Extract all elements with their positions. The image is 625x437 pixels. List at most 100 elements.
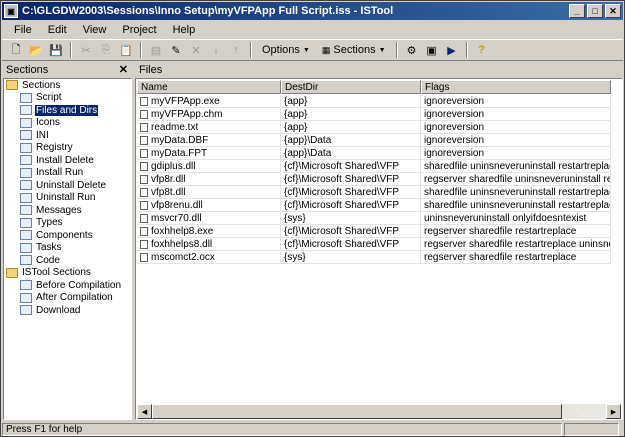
scroll-right-icon[interactable]: ▶	[606, 404, 621, 419]
dest-dir-cell: {cf}\Microsoft Shared\VFP	[281, 238, 421, 251]
app-icon[interactable]: ▣	[4, 4, 18, 18]
table-row[interactable]: foxhhelps8.dll {cf}\Microsoft Shared\VFP r…	[137, 238, 611, 251]
new-file-icon[interactable]: 🗋	[6, 41, 26, 59]
column-header[interactable]: DestDir	[281, 80, 421, 94]
scroll-track[interactable]	[152, 404, 606, 419]
after-compilation-icon	[20, 292, 32, 303]
tree-item[interactable]: Install Delete	[4, 154, 131, 167]
menu-help[interactable]: Help	[165, 24, 204, 36]
cut-icon[interactable]: ✂	[76, 41, 96, 59]
save-icon[interactable]: 💾	[46, 41, 66, 59]
file-name-cell: msvcr70.dll	[137, 212, 281, 225]
file-icon	[140, 175, 148, 184]
close-button[interactable]: ✕	[605, 4, 621, 18]
file-icon	[140, 214, 148, 223]
tree-group-label: ISTool Sections	[22, 267, 91, 279]
tree-item[interactable]: Registry	[4, 142, 131, 155]
tree-item[interactable]: Icons	[4, 117, 131, 130]
folder-open-icon	[6, 267, 18, 278]
status-text: Press F1 for help	[2, 422, 562, 436]
help-icon[interactable]: ?	[472, 41, 492, 59]
sections-dropdown[interactable]: ▦ Sections ▼	[316, 41, 392, 59]
flags-cell: regserver sharedfile restartreplace	[421, 225, 611, 238]
file-name: vfp8renu.dll	[151, 199, 203, 211]
options-dropdown[interactable]: Options ▼	[256, 41, 316, 59]
table-row[interactable]: gdiplus.dll {cf}\Microsoft Shared\VFP shar…	[137, 160, 611, 173]
table-row[interactable]: mscomct2.ocx {sys} regserver sharedfile re…	[137, 251, 611, 264]
dest-dir-cell: {sys}	[281, 251, 421, 264]
sections-tree[interactable]: Sections Script Files and Dirs Icons INI Regi…	[3, 78, 132, 420]
delete-icon[interactable]: ✕	[186, 41, 206, 59]
tree-group[interactable]: ISTool Sections	[4, 267, 131, 280]
script-icon	[20, 92, 32, 103]
tasks-icon	[20, 242, 32, 253]
messages-icon	[20, 205, 32, 216]
dest-dir-cell: {app}	[281, 108, 421, 121]
tree-item[interactable]: Uninstall Run	[4, 192, 131, 205]
table-row[interactable]: msvcr70.dll {sys} uninsneveruninstall only…	[137, 212, 611, 225]
tree-item[interactable]: Tasks	[4, 242, 131, 255]
title-bar[interactable]: ▣ C:\GLGDW2003\Sessions\Inno Setup\myVFP…	[2, 2, 623, 20]
maximize-button[interactable]: □	[587, 4, 603, 18]
horizontal-scrollbar[interactable]: ◀ ▶	[137, 404, 621, 419]
paste-icon[interactable]: 📋	[116, 41, 136, 59]
table-row[interactable]: vfp8r.dll {cf}\Microsoft Shared\VFP regser…	[137, 173, 611, 186]
files-grid[interactable]: Name DestDir Flags myVFPApp.exe {app} ignore…	[135, 78, 623, 420]
minimize-button[interactable]: _	[569, 4, 585, 18]
copy-icon[interactable]: ⎘	[96, 41, 116, 59]
column-header[interactable]: Flags	[421, 80, 611, 94]
menu-edit[interactable]: Edit	[40, 24, 75, 36]
dest-dir-cell: {cf}\Microsoft Shared\VFP	[281, 160, 421, 173]
compile-icon[interactable]: ⚙	[402, 41, 422, 59]
file-name: foxhhelps8.dll	[151, 238, 213, 250]
tree-group[interactable]: Sections	[4, 79, 131, 92]
move-up-icon[interactable]: ↑	[226, 41, 246, 59]
move-down-icon[interactable]: ↓	[206, 41, 226, 59]
table-row[interactable]: vfp8renu.dll {cf}\Microsoft Shared\VFP sha…	[137, 199, 611, 212]
edit-pencil-icon[interactable]: ✎	[166, 41, 186, 59]
flags-cell: sharedfile uninsneveruninstall restartre…	[421, 199, 611, 212]
tree-item[interactable]: Code	[4, 254, 131, 267]
files-rows: myVFPApp.exe {app} ignoreversion myVFPApp.c…	[137, 95, 611, 264]
column-header[interactable]: Name	[137, 80, 281, 94]
menu-file[interactable]: File	[6, 24, 40, 36]
menu-project[interactable]: Project	[114, 24, 164, 36]
tree-item[interactable]: Types	[4, 217, 131, 230]
scroll-left-icon[interactable]: ◀	[137, 404, 152, 419]
uninstall-run-icon	[20, 192, 32, 203]
table-row[interactable]: foxhhelp8.exe {cf}\Microsoft Shared\VFP re…	[137, 225, 611, 238]
flags-cell: regserver sharedfile restartreplace	[421, 251, 611, 264]
table-row[interactable]: myVFPApp.chm {app} ignoreversion	[137, 108, 611, 121]
toolbar-separator	[465, 42, 468, 58]
tree-item[interactable]: INI	[4, 129, 131, 142]
file-icon	[140, 149, 148, 158]
window-title: C:\GLGDW2003\Sessions\Inno Setup\myVFPAp…	[22, 5, 394, 17]
compile-setup-icon[interactable]: ▣	[422, 41, 442, 59]
tree-item[interactable]: Files and Dirs	[4, 104, 131, 117]
table-row[interactable]: vfp8t.dll {cf}\Microsoft Shared\VFP shared…	[137, 186, 611, 199]
close-panel-icon[interactable]: ✕	[119, 63, 128, 76]
tree-item[interactable]: Uninstall Delete	[4, 179, 131, 192]
table-row[interactable]: myVFPApp.exe {app} ignoreversion	[137, 95, 611, 108]
properties-icon[interactable]: ▤	[146, 41, 166, 59]
scroll-thumb[interactable]	[152, 404, 562, 419]
tree-item[interactable]: Download	[4, 304, 131, 317]
tree-item[interactable]: Components	[4, 229, 131, 242]
sections-label: Sections	[333, 44, 376, 56]
table-row[interactable]: myData.FPT {app}\Data ignoreversion	[137, 147, 611, 160]
table-row[interactable]: readme.txt {app} ignoreversion	[137, 121, 611, 134]
menu-view[interactable]: View	[75, 24, 115, 36]
tree-item[interactable]: Script	[4, 92, 131, 105]
flags-cell: ignoreversion	[421, 147, 611, 160]
tree-item[interactable]: Before Compilation	[4, 279, 131, 292]
tree-item[interactable]: After Compilation	[4, 292, 131, 305]
file-name: myVFPApp.exe	[151, 95, 220, 107]
tree-group-label: Sections	[22, 79, 61, 91]
table-row[interactable]: myData.DBF {app}\Data ignoreversion	[137, 134, 611, 147]
open-folder-icon[interactable]: 📂	[26, 41, 46, 59]
run-icon[interactable]: ▶	[442, 41, 462, 59]
file-icon	[140, 253, 148, 262]
toolbar-separator	[250, 42, 252, 58]
tree-item[interactable]: Install Run	[4, 167, 131, 180]
tree-item[interactable]: Messages	[4, 204, 131, 217]
